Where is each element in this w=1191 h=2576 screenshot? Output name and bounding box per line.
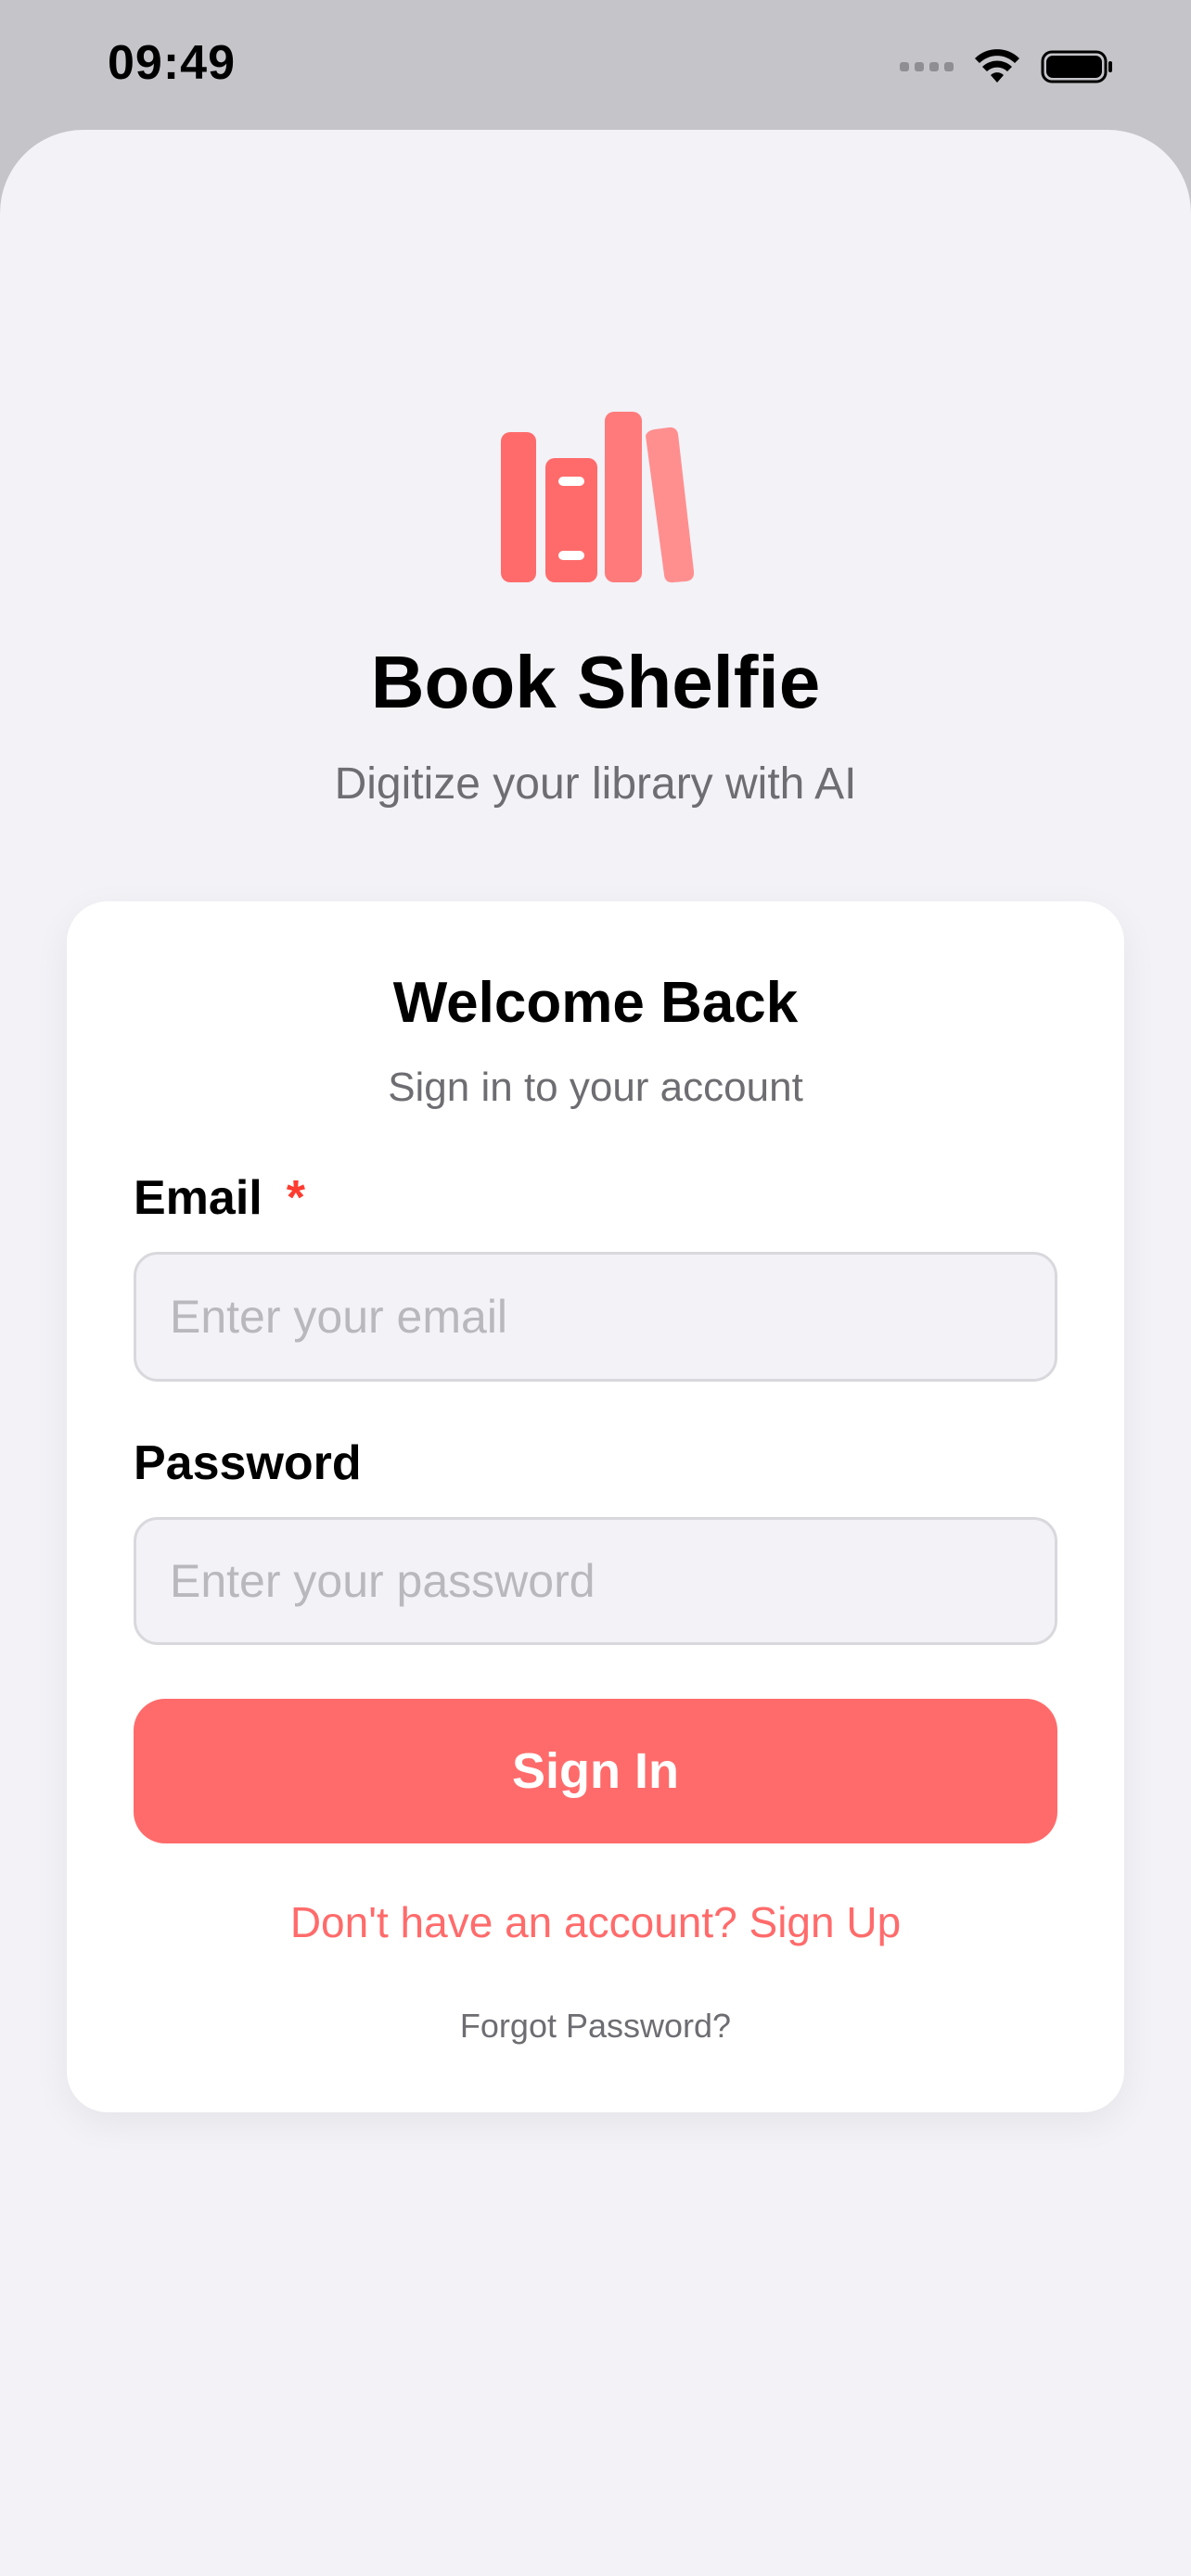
card-title: Welcome Back <box>392 971 799 1035</box>
books-icon <box>501 412 694 583</box>
sign-in-button[interactable]: Sign In <box>134 1699 1057 1843</box>
status-icons <box>900 45 1115 89</box>
password-field[interactable] <box>134 1517 1057 1645</box>
required-marker: * <box>286 1171 305 1225</box>
card-subtitle: Sign in to your account <box>388 1065 803 1110</box>
cellular-signal-icon <box>900 62 954 71</box>
sign-up-link[interactable]: Don't have an account? Sign Up <box>0 1897 1191 1947</box>
forgot-password-link[interactable]: Forgot Password? <box>0 2007 1191 2046</box>
email-label-text: Email <box>134 1171 263 1225</box>
status-bar: 09:49 <box>0 0 1191 132</box>
password-label: Password <box>134 1436 362 1490</box>
email-field[interactable] <box>134 1252 1057 1382</box>
status-time: 09:49 <box>108 36 236 90</box>
app-title: Book Shelfie <box>370 641 821 723</box>
app-subtitle: Digitize your library with AI <box>334 759 857 809</box>
wifi-icon <box>975 49 1019 83</box>
email-label: Email * <box>134 1170 305 1226</box>
battery-icon <box>1041 50 1112 83</box>
